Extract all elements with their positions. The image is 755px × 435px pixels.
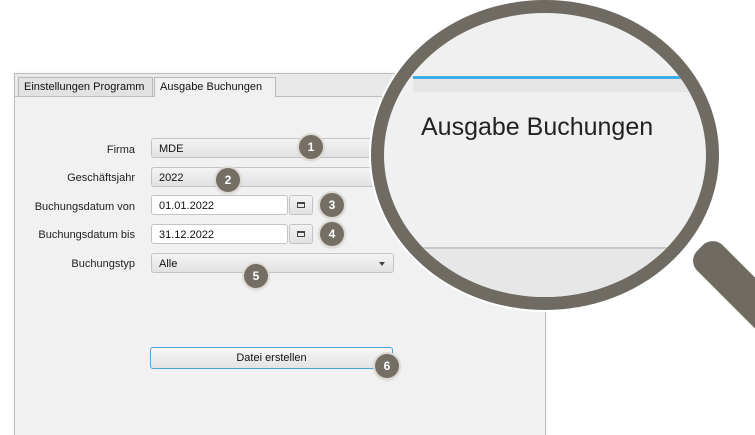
firma-label: Firma xyxy=(106,144,135,156)
magnified-tab-highlight xyxy=(413,76,706,79)
tab-ausgabe-buchungen[interactable]: Ausgabe Buchungen xyxy=(154,77,276,97)
callout-badge-2: 2 xyxy=(216,168,240,192)
calendar-button-von[interactable] xyxy=(289,195,313,215)
magnifier-lens: Ausgabe Buchungen xyxy=(371,0,719,310)
magnified-tab-label: Ausgabe Buchungen xyxy=(421,113,654,141)
callout-badge-4: 4 xyxy=(320,222,344,246)
callout-badge-1: 1 xyxy=(299,135,323,159)
buchungsdatum-von-label: Buchungsdatum von xyxy=(34,201,135,213)
datei-erstellen-button[interactable]: Datei erstellen xyxy=(150,347,393,369)
geschaeftsjahr-label: Geschäftsjahr xyxy=(67,172,135,184)
calendar-icon xyxy=(297,202,305,208)
geschaeftsjahr-select[interactable]: 2022 xyxy=(151,167,394,187)
calendar-icon xyxy=(297,231,305,237)
calendar-button-bis[interactable] xyxy=(289,224,313,244)
callout-badge-3: 3 xyxy=(320,193,344,217)
tab-einstellungen-programm[interactable]: Einstellungen Programm xyxy=(18,77,153,96)
buchungsdatum-von-input[interactable]: 01.01.2022 xyxy=(151,195,288,215)
firma-select[interactable]: MDE xyxy=(151,138,394,158)
buchungstyp-select[interactable]: Alle xyxy=(151,253,394,273)
callout-badge-6: 6 xyxy=(375,354,399,378)
buchungsdatum-bis-input[interactable]: 31.12.2022 xyxy=(151,224,288,244)
callout-badge-5: 5 xyxy=(244,264,268,288)
buchungsdatum-bis-label: Buchungsdatum bis xyxy=(38,229,135,241)
magnified-tabbar xyxy=(413,79,706,92)
buchungstyp-label: Buchungstyp xyxy=(71,258,135,270)
